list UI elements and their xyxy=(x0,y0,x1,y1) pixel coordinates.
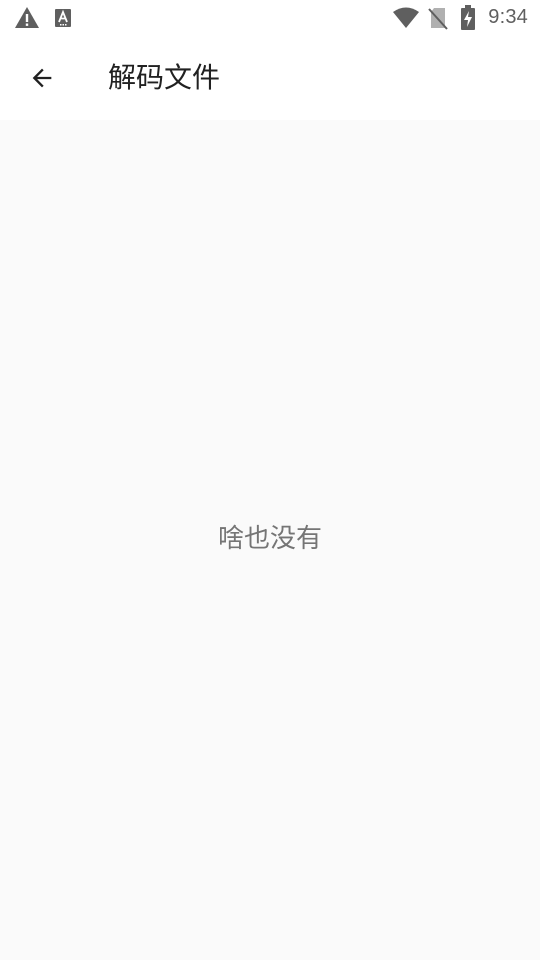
battery-charging-icon xyxy=(461,5,475,30)
font-a-icon xyxy=(55,9,71,27)
wifi-icon xyxy=(393,7,419,28)
empty-state-message: 啥也没有 xyxy=(217,524,322,554)
back-button[interactable] xyxy=(18,54,66,102)
status-bar: 9:34 xyxy=(0,0,540,36)
no-sim-icon xyxy=(428,8,448,30)
content-area: 啥也没有 xyxy=(0,120,540,960)
app-bar: 解码文件 xyxy=(0,36,540,120)
warning-icon xyxy=(15,7,39,28)
arrow-back-icon xyxy=(32,68,52,88)
status-time: 9:34 xyxy=(488,6,528,28)
page-title: 解码文件 xyxy=(108,61,221,94)
